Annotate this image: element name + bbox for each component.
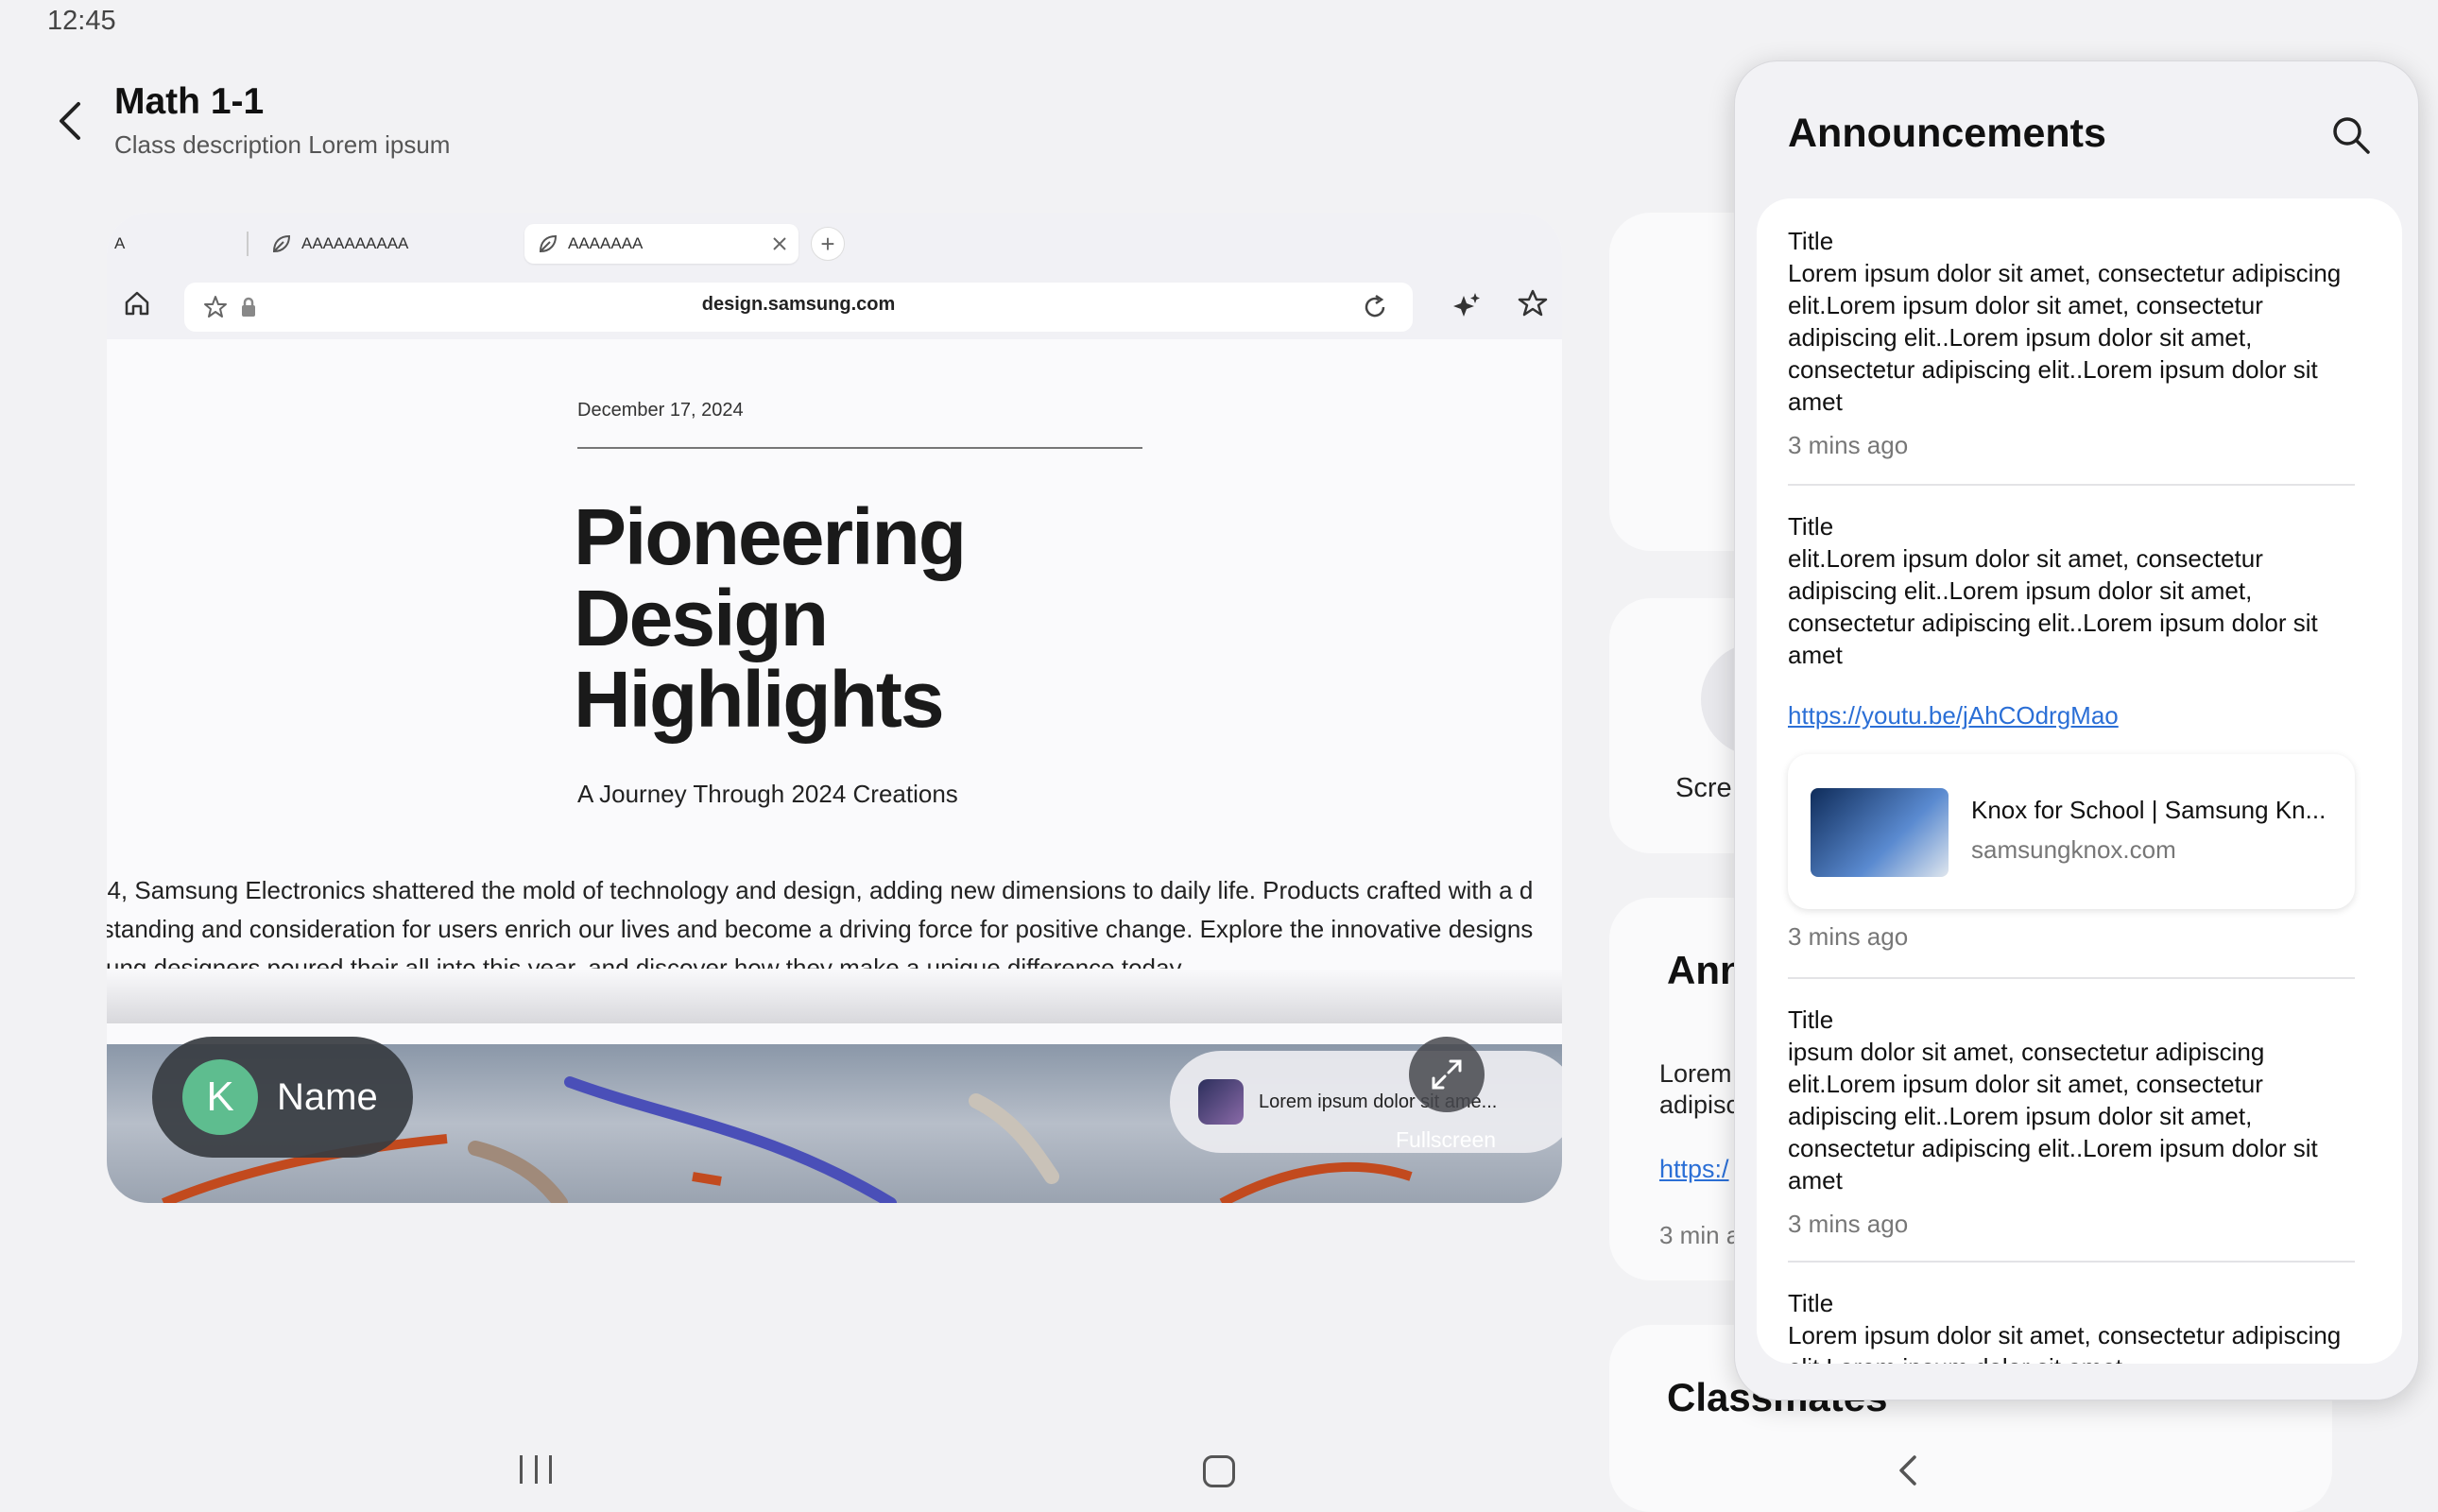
body-line: 24, Samsung Electronics shattered the mo… bbox=[107, 876, 1534, 904]
expand-icon bbox=[1432, 1059, 1462, 1090]
home-button[interactable] bbox=[1203, 1455, 1235, 1487]
avatar: K bbox=[182, 1059, 258, 1135]
url-text: design.samsung.com bbox=[701, 294, 896, 315]
tab-divider bbox=[247, 232, 249, 256]
close-icon[interactable] bbox=[772, 236, 787, 251]
article-divider bbox=[577, 447, 1142, 449]
heading-line: Pioneering bbox=[574, 492, 967, 581]
browser-address-row: design.samsung.com bbox=[107, 275, 1562, 339]
announcement-title: Title bbox=[1788, 1005, 1834, 1034]
search-icon[interactable] bbox=[2328, 112, 2374, 158]
announcement-list[interactable]: Title Lorem ipsum dolor sit amet, consec… bbox=[1757, 198, 2402, 1364]
announcement-time: 3 mins ago bbox=[1788, 922, 1909, 951]
browser-tab[interactable]: AAAAAAAAAA bbox=[258, 224, 421, 264]
announcement-title: Title bbox=[1788, 227, 1834, 255]
class-title: Math 1-1 bbox=[114, 81, 265, 122]
announcements-panel[interactable]: Announcements Title Lorem ipsum dolor si… bbox=[1734, 60, 2419, 1400]
browser-tab[interactable]: A bbox=[107, 224, 138, 264]
leaf-icon bbox=[539, 234, 558, 253]
browser-tab-active[interactable]: AAAAAAA bbox=[524, 224, 798, 264]
divider bbox=[1788, 484, 2355, 486]
announcement-body: elit.Lorem ipsum dolor sit amet, consect… bbox=[1788, 544, 2318, 669]
announcement-title: Title bbox=[1788, 1289, 1834, 1317]
announcement-body: ipsum dolor sit amet, consectetur adipis… bbox=[1788, 1038, 2318, 1194]
article-heading: Pioneering Design Highlights bbox=[574, 496, 1103, 740]
body-line: rstanding and consideration for users en… bbox=[107, 915, 1534, 943]
heading-line: Highlights bbox=[574, 655, 945, 744]
announcement-item[interactable]: Title Lorem ipsum dolor sit amet, consec… bbox=[1788, 1287, 2374, 1364]
back-button[interactable] bbox=[43, 94, 96, 147]
class-description: Class description Lorem ipsum bbox=[114, 130, 451, 159]
article-date: December 17, 2024 bbox=[577, 400, 744, 421]
divider bbox=[1788, 1261, 2355, 1263]
preview-line: adipisc bbox=[1659, 1091, 1740, 1119]
home-icon[interactable] bbox=[122, 288, 152, 318]
announcement-time: 3 mins ago bbox=[1788, 431, 1909, 459]
link-preview-domain: samsungknox.com bbox=[1971, 835, 2176, 864]
presenter-chip[interactable]: K Name bbox=[152, 1037, 413, 1158]
tab-label: AAAAAAAAAA bbox=[301, 234, 409, 252]
shared-screen[interactable]: A AAAAAAAAAA AAAAAAA + design.samsung.co… bbox=[107, 213, 1562, 1203]
announcements-card-title: Ann bbox=[1667, 948, 1744, 992]
media-thumbnail bbox=[1198, 1079, 1244, 1125]
nav-back-icon[interactable] bbox=[1890, 1452, 1928, 1489]
browser-tab-bar: A AAAAAAAAAA AAAAAAA + bbox=[107, 213, 1562, 275]
tab-label: A bbox=[114, 234, 126, 252]
panel-title: Announcements bbox=[1788, 111, 2106, 156]
link-preview-title: Knox for School | Samsung Kn... bbox=[1971, 796, 2326, 824]
announcement-item[interactable]: Title elit.Lorem ipsum dolor sit amet, c… bbox=[1788, 510, 2374, 953]
chevron-left-icon bbox=[60, 102, 80, 140]
screen-card-label: Scre bbox=[1675, 773, 1732, 803]
announcement-time: 3 mins ago bbox=[1788, 1210, 1909, 1238]
bookmarks-icon[interactable] bbox=[1517, 288, 1549, 320]
divider bbox=[1788, 977, 2355, 979]
announcements-card-link[interactable]: https:/ bbox=[1659, 1155, 1729, 1184]
announcements-card-time: 3 min a bbox=[1659, 1221, 1741, 1249]
leaf-icon bbox=[272, 234, 291, 253]
content-fade bbox=[107, 969, 1562, 1023]
fullscreen-label: Fullscreen bbox=[1396, 1127, 1497, 1152]
presenter-name: Name bbox=[277, 1075, 378, 1118]
announcement-body: Lorem ipsum dolor sit amet, consectetur … bbox=[1788, 259, 2342, 416]
recents-icon bbox=[520, 1455, 523, 1484]
heading-line: Design bbox=[574, 574, 829, 662]
fullscreen-button[interactable] bbox=[1409, 1037, 1485, 1112]
recents-icon bbox=[549, 1455, 552, 1484]
announcement-item[interactable]: Title ipsum dolor sit amet, consectetur … bbox=[1788, 1004, 2374, 1240]
announcement-item[interactable]: Title Lorem ipsum dolor sit amet, consec… bbox=[1788, 225, 2374, 461]
recents-button[interactable] bbox=[520, 1455, 552, 1484]
announcement-body: Lorem ipsum dolor sit amet, consectetur … bbox=[1788, 1321, 2342, 1364]
tab-label: AAAAAAA bbox=[568, 234, 644, 252]
announcement-title: Title bbox=[1788, 512, 1834, 541]
link-preview-card[interactable]: Knox for School | Samsung Kn... samsungk… bbox=[1788, 754, 2355, 909]
ai-sparkle-icon[interactable] bbox=[1452, 290, 1483, 320]
plus-icon: + bbox=[820, 229, 835, 258]
article-subheading: A Journey Through 2024 Creations bbox=[577, 780, 958, 808]
address-bar[interactable]: design.samsung.com bbox=[184, 283, 1413, 332]
preview-line: Lorem bbox=[1659, 1059, 1732, 1088]
announcements-card-preview: Lorem adipisc bbox=[1659, 1058, 1739, 1121]
media-mini-player[interactable]: Lorem ipsum dolor sit ame... bbox=[1170, 1051, 1562, 1153]
reload-icon[interactable] bbox=[1362, 294, 1388, 320]
status-time: 12:45 bbox=[47, 6, 116, 36]
new-tab-button[interactable]: + bbox=[811, 227, 845, 261]
link-thumbnail bbox=[1811, 788, 1949, 877]
recents-icon bbox=[534, 1455, 538, 1484]
announcement-link[interactable]: https://youtu.be/jAhCOdrgMao bbox=[1788, 699, 2374, 731]
